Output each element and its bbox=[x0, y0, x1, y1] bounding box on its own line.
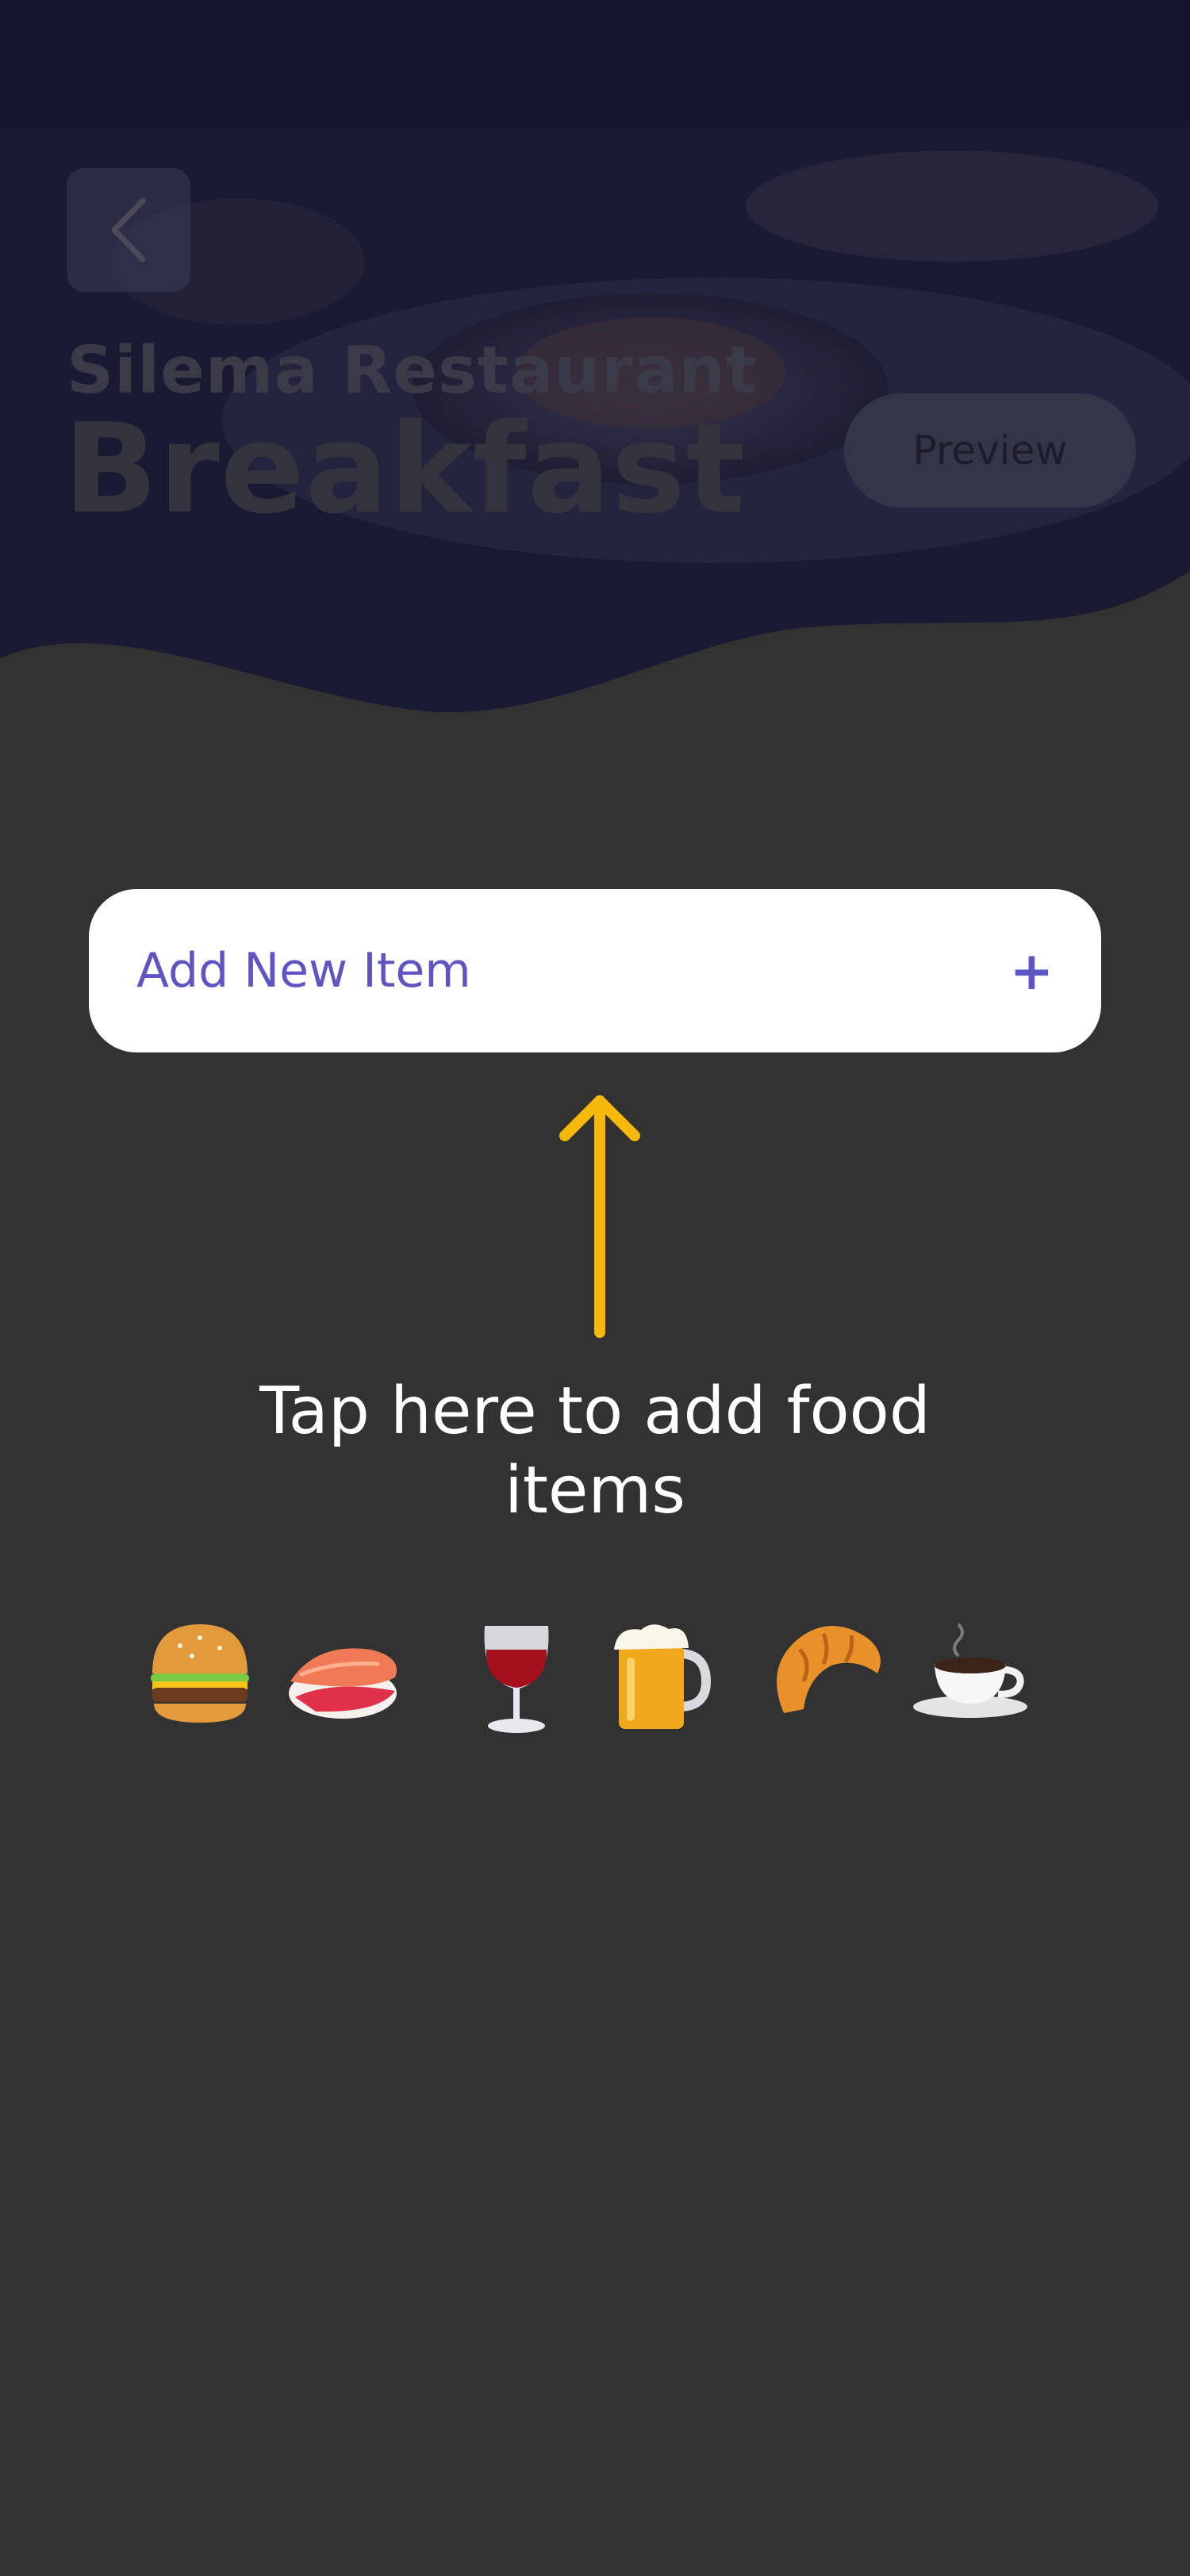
hamburger-icon bbox=[151, 1624, 249, 1723]
beer-mug-icon bbox=[614, 1624, 712, 1729]
croissant-icon bbox=[777, 1626, 881, 1713]
preview-button-label: Preview bbox=[912, 427, 1068, 473]
plus-icon: + bbox=[1009, 940, 1054, 1002]
hint-text: Tap here to add food items bbox=[198, 1372, 992, 1531]
back-button[interactable] bbox=[67, 168, 190, 292]
coffee-icon bbox=[913, 1623, 1027, 1718]
arrow-up-icon bbox=[559, 1095, 640, 1338]
sushi-icon bbox=[289, 1648, 397, 1719]
wine-glass-icon bbox=[484, 1626, 549, 1733]
add-new-item-label: Add New Item bbox=[136, 943, 471, 999]
hint-line-2: items bbox=[505, 1453, 685, 1528]
preview-button[interactable]: Preview bbox=[844, 393, 1136, 508]
hint-line-1: Tap here to add food bbox=[259, 1374, 931, 1449]
add-new-item-button[interactable]: Add New Item + bbox=[89, 889, 1101, 1052]
menu-title: Breakfast bbox=[63, 397, 747, 541]
hero-header: Silema Restaurant Breakfast Preview bbox=[0, 0, 1190, 714]
chevron-left-icon bbox=[111, 197, 146, 263]
